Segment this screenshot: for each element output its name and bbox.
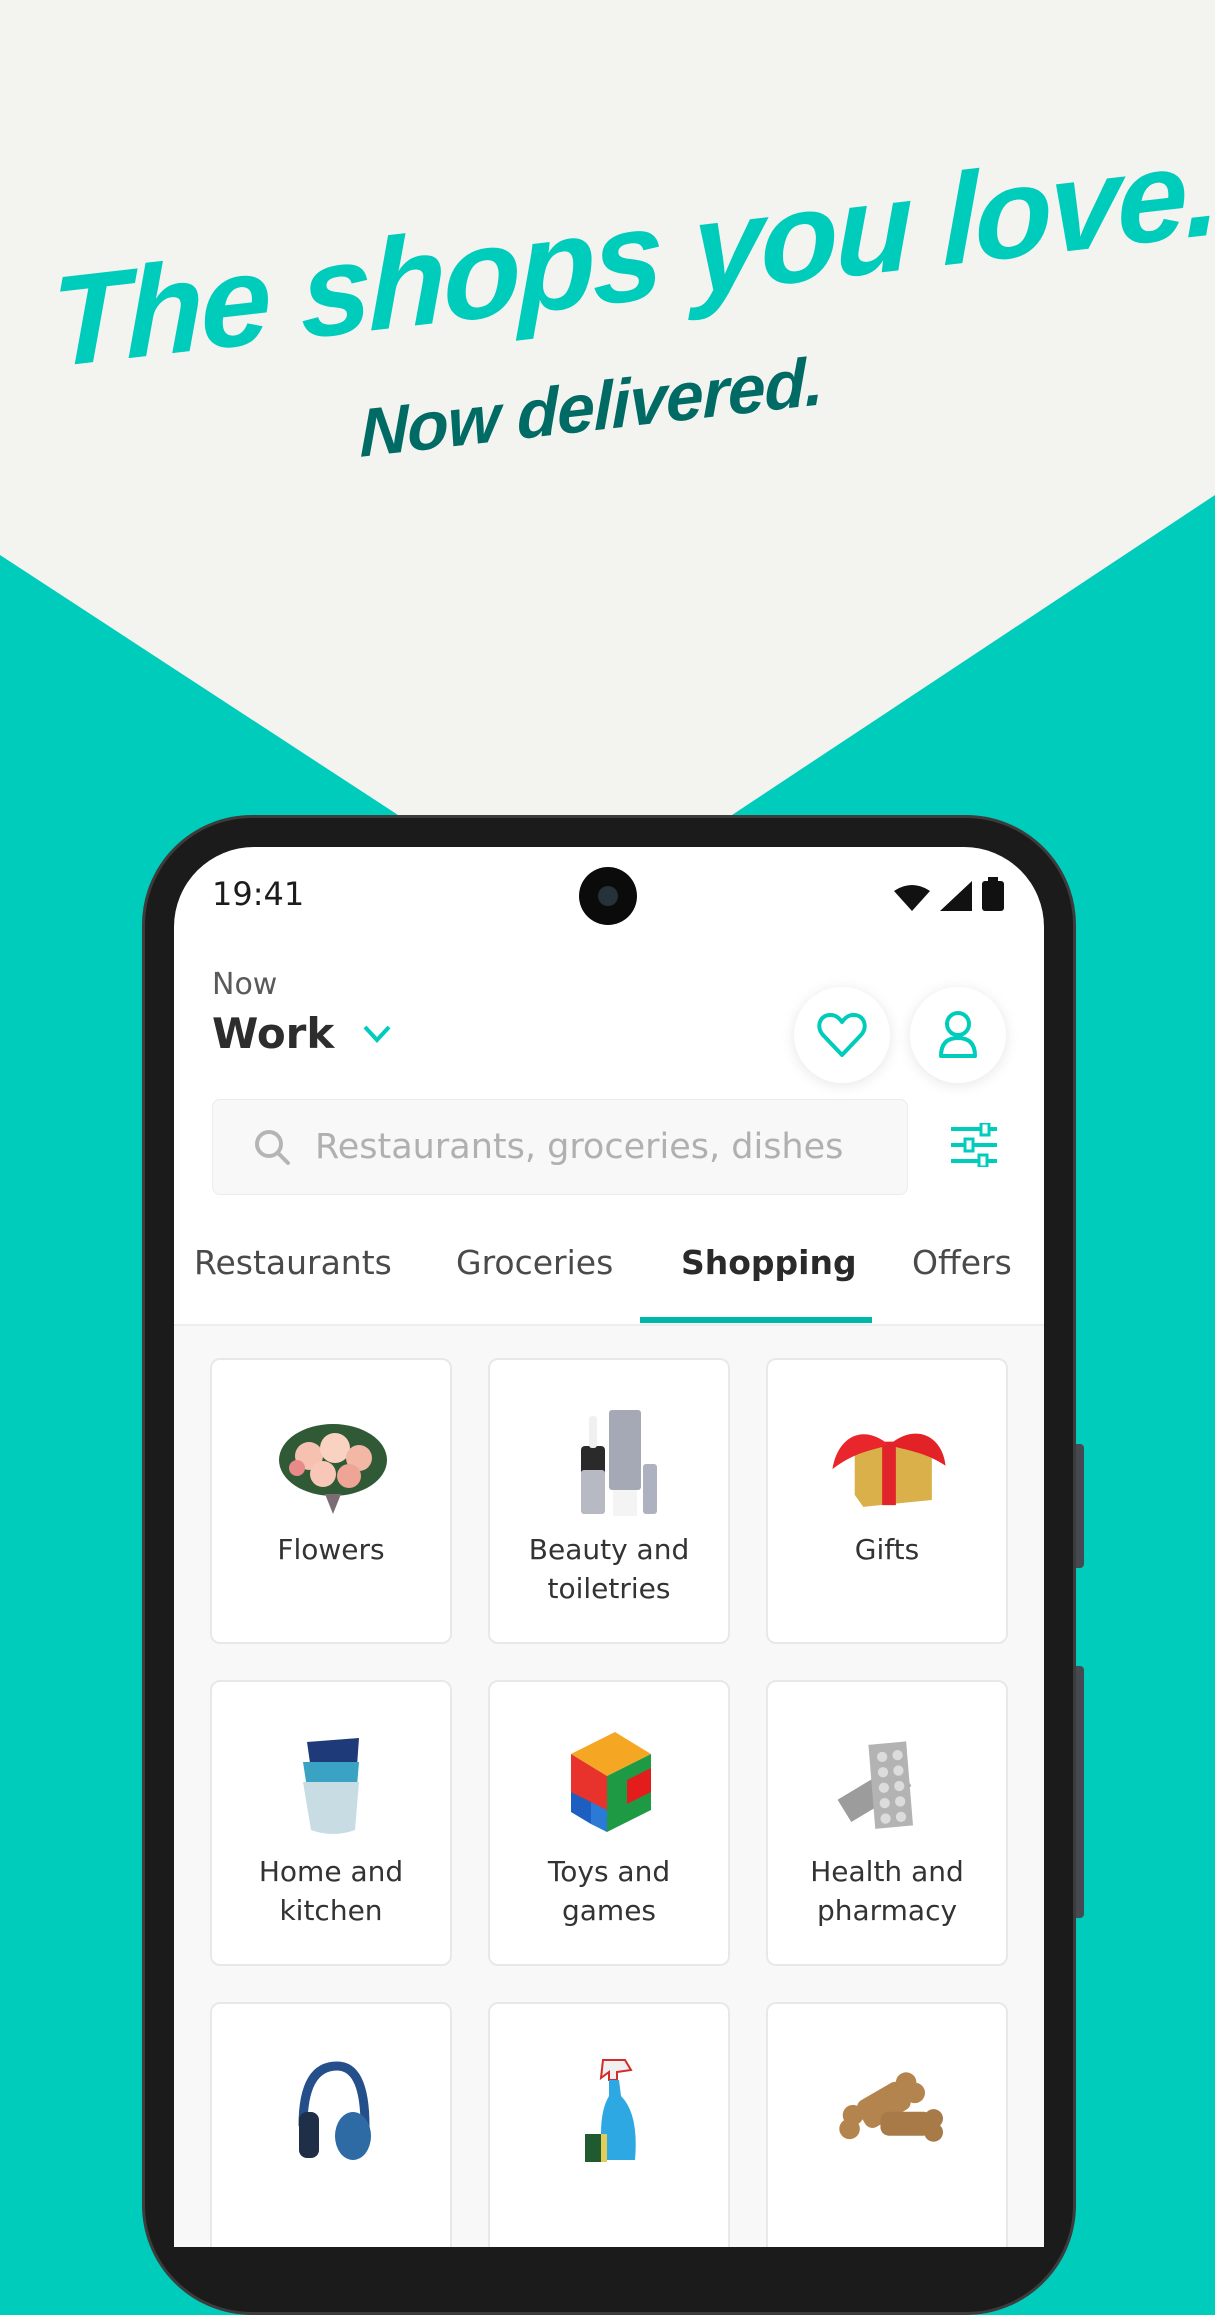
account-button[interactable] <box>910 987 1006 1083</box>
category-grid: Flowers Beauty and toiletries Gifts Home … <box>174 1324 1044 2247</box>
front-camera <box>579 867 637 925</box>
active-tab-indicator <box>640 1317 872 1323</box>
category-card-pets[interactable] <box>766 2002 1008 2247</box>
signal-icon <box>940 881 972 911</box>
hero-headline: The shops you love. Now delivered. <box>0 0 1215 560</box>
category-label: Flowers <box>277 1533 385 1566</box>
headphones-image <box>273 2056 393 2164</box>
tab-shopping[interactable]: Shopping <box>681 1227 857 1324</box>
battery-icon <box>982 877 1004 911</box>
chevron-down-icon <box>363 1025 391 1043</box>
cleaning-spray-image <box>551 2056 671 2164</box>
category-card-electronics[interactable] <box>210 2002 452 2247</box>
phone-screen: 19:41 Now Work Restaurants Groceries Sho… <box>174 847 1044 2247</box>
tab-groceries[interactable]: Groceries <box>456 1227 613 1324</box>
delivery-time-label: Now <box>212 967 278 1002</box>
headline-secondary: Now delivered. <box>359 342 823 472</box>
category-label: Health and pharmacy <box>810 1855 964 1927</box>
category-label: Home and kitchen <box>258 1855 404 1927</box>
gift-box-image <box>829 1410 949 1518</box>
category-label: Gifts <box>854 1533 920 1566</box>
headline-primary: The shops you love. <box>50 118 1215 395</box>
cosmetic-bottles-image <box>551 1410 671 1518</box>
filter-button[interactable] <box>944 1115 1004 1175</box>
category-card-health-pharmacy[interactable]: Health and pharmacy <box>766 1680 1008 1966</box>
category-label: Beauty and toiletries <box>528 1533 690 1605</box>
phone-side-button <box>1076 1444 1084 1568</box>
status-bar: 19:41 <box>174 847 1044 937</box>
category-label: Toys and games <box>547 1855 671 1927</box>
tab-offers[interactable]: Offers <box>912 1227 1012 1324</box>
search-bar[interactable] <box>212 1099 908 1195</box>
search-icon <box>255 1130 290 1165</box>
category-card-household[interactable] <box>488 2002 730 2247</box>
tab-restaurants[interactable]: Restaurants <box>194 1227 392 1324</box>
search-input[interactable] <box>313 1126 877 1168</box>
filter-sliders-icon <box>951 1123 997 1167</box>
favourites-button[interactable] <box>794 987 890 1083</box>
category-tabs: Restaurants Groceries Shopping Offers <box>174 1227 1044 1324</box>
category-card-beauty[interactable]: Beauty and toiletries <box>488 1358 730 1644</box>
pill-blister-packs-image <box>829 1732 949 1840</box>
phone-volume-button <box>1076 1666 1084 1918</box>
status-time: 19:41 <box>212 875 305 913</box>
heart-icon <box>817 1013 867 1057</box>
toy-bricks-image <box>551 1732 671 1840</box>
stacked-bowls-image <box>273 1732 393 1840</box>
category-card-flowers[interactable]: Flowers <box>210 1358 452 1644</box>
wifi-icon <box>894 885 930 911</box>
location-value: Work <box>212 1009 335 1058</box>
location-selector[interactable]: Work <box>212 1009 392 1058</box>
dog-biscuits-image <box>829 2056 949 2164</box>
person-icon <box>939 1011 977 1058</box>
category-card-home-kitchen[interactable]: Home and kitchen <box>210 1680 452 1966</box>
flower-bouquet-image <box>273 1410 393 1518</box>
category-card-toys-games[interactable]: Toys and games <box>488 1680 730 1966</box>
category-card-gifts[interactable]: Gifts <box>766 1358 1008 1644</box>
